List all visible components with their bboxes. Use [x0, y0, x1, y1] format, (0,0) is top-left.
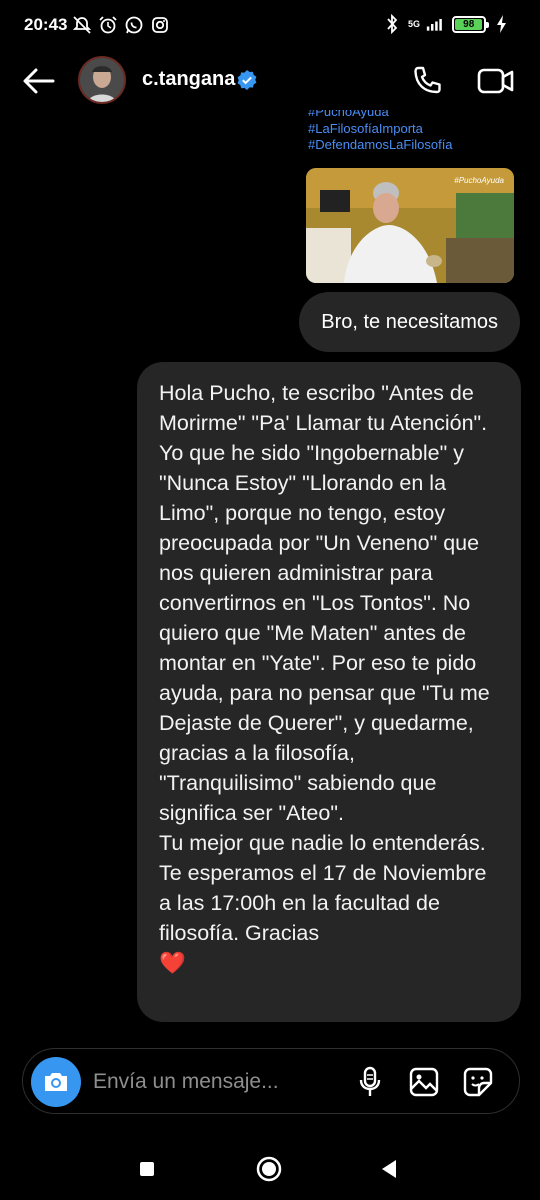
recents-button[interactable]: [132, 1154, 162, 1184]
chat-header: c.tangana: [0, 52, 540, 110]
square-icon: [140, 1162, 154, 1176]
video-tag: #PuchoAyuda: [454, 176, 504, 185]
back-nav-button[interactable]: [374, 1154, 404, 1184]
microphone-button[interactable]: [353, 1065, 387, 1099]
gallery-button[interactable]: [407, 1065, 441, 1099]
heart-emoji: ❤️: [159, 951, 186, 975]
battery-level: 98: [463, 18, 475, 30]
alarm-icon: [98, 14, 118, 36]
message-input[interactable]: [93, 1065, 343, 1099]
system-nav-bar: [0, 1140, 540, 1200]
hashtag[interactable]: #PuchoAyuda: [308, 110, 453, 121]
hashtag[interactable]: #LaFilosofíaImporta: [308, 121, 453, 138]
instagram-icon: [150, 14, 170, 36]
long-message-text: Hola Pucho, te escribo "Antes de Morirme…: [159, 381, 490, 945]
back-button[interactable]: [20, 64, 58, 98]
hashtag[interactable]: #DefendamosLaFilosofía: [308, 137, 453, 154]
home-button[interactable]: [254, 1154, 284, 1184]
network-type: 5G: [407, 18, 420, 29]
camera-icon: [45, 1073, 67, 1091]
message-composer: [22, 1048, 520, 1114]
shared-post-hashtags: #PuchoAyuda #LaFilosofíaImporta #Defenda…: [308, 110, 453, 154]
triangle-icon: [382, 1160, 396, 1178]
battery-icon: 98: [452, 15, 489, 33]
video-call-button[interactable]: [474, 62, 518, 100]
image-icon: [409, 1067, 439, 1097]
back-arrow-icon: [23, 68, 55, 94]
camera-button[interactable]: [31, 1057, 81, 1107]
bluetooth-icon: [382, 13, 402, 35]
status-icons-left: [72, 14, 170, 36]
dm-screen: 20:43 5G 98 c.tangana #PuchoAyuda #LaFil…: [0, 0, 540, 1200]
avatar[interactable]: [78, 56, 126, 104]
status-icons-right: 5G 98: [382, 13, 512, 35]
microphone-icon: [359, 1066, 381, 1096]
sticker-icon: [463, 1067, 493, 1097]
phone-icon: [414, 66, 441, 94]
whatsapp-icon: [124, 14, 144, 36]
mute-notifications-icon: [72, 14, 92, 36]
status-time: 20:43: [24, 15, 68, 34]
contact-name[interactable]: c.tangana: [142, 68, 235, 91]
signal-icon: [426, 13, 446, 35]
sticker-button[interactable]: [461, 1065, 495, 1099]
video-camera-icon: [477, 68, 514, 94]
shared-video-thumbnail[interactable]: #PuchoAyuda: [306, 168, 514, 283]
charging-icon: [492, 13, 512, 35]
battery-fill: 98: [455, 18, 483, 30]
voice-call-button[interactable]: [408, 62, 446, 100]
verified-badge-icon: [237, 70, 257, 90]
message-list[interactable]: #PuchoAyuda #LaFilosofíaImporta #Defenda…: [0, 110, 540, 1040]
long-message[interactable]: Hola Pucho, te escribo "Antes de Morirme…: [137, 362, 521, 1022]
status-bar: 20:43 5G 98: [0, 0, 540, 52]
circle-icon: [256, 1156, 282, 1182]
outgoing-message[interactable]: Bro, te necesitamos: [299, 292, 520, 352]
